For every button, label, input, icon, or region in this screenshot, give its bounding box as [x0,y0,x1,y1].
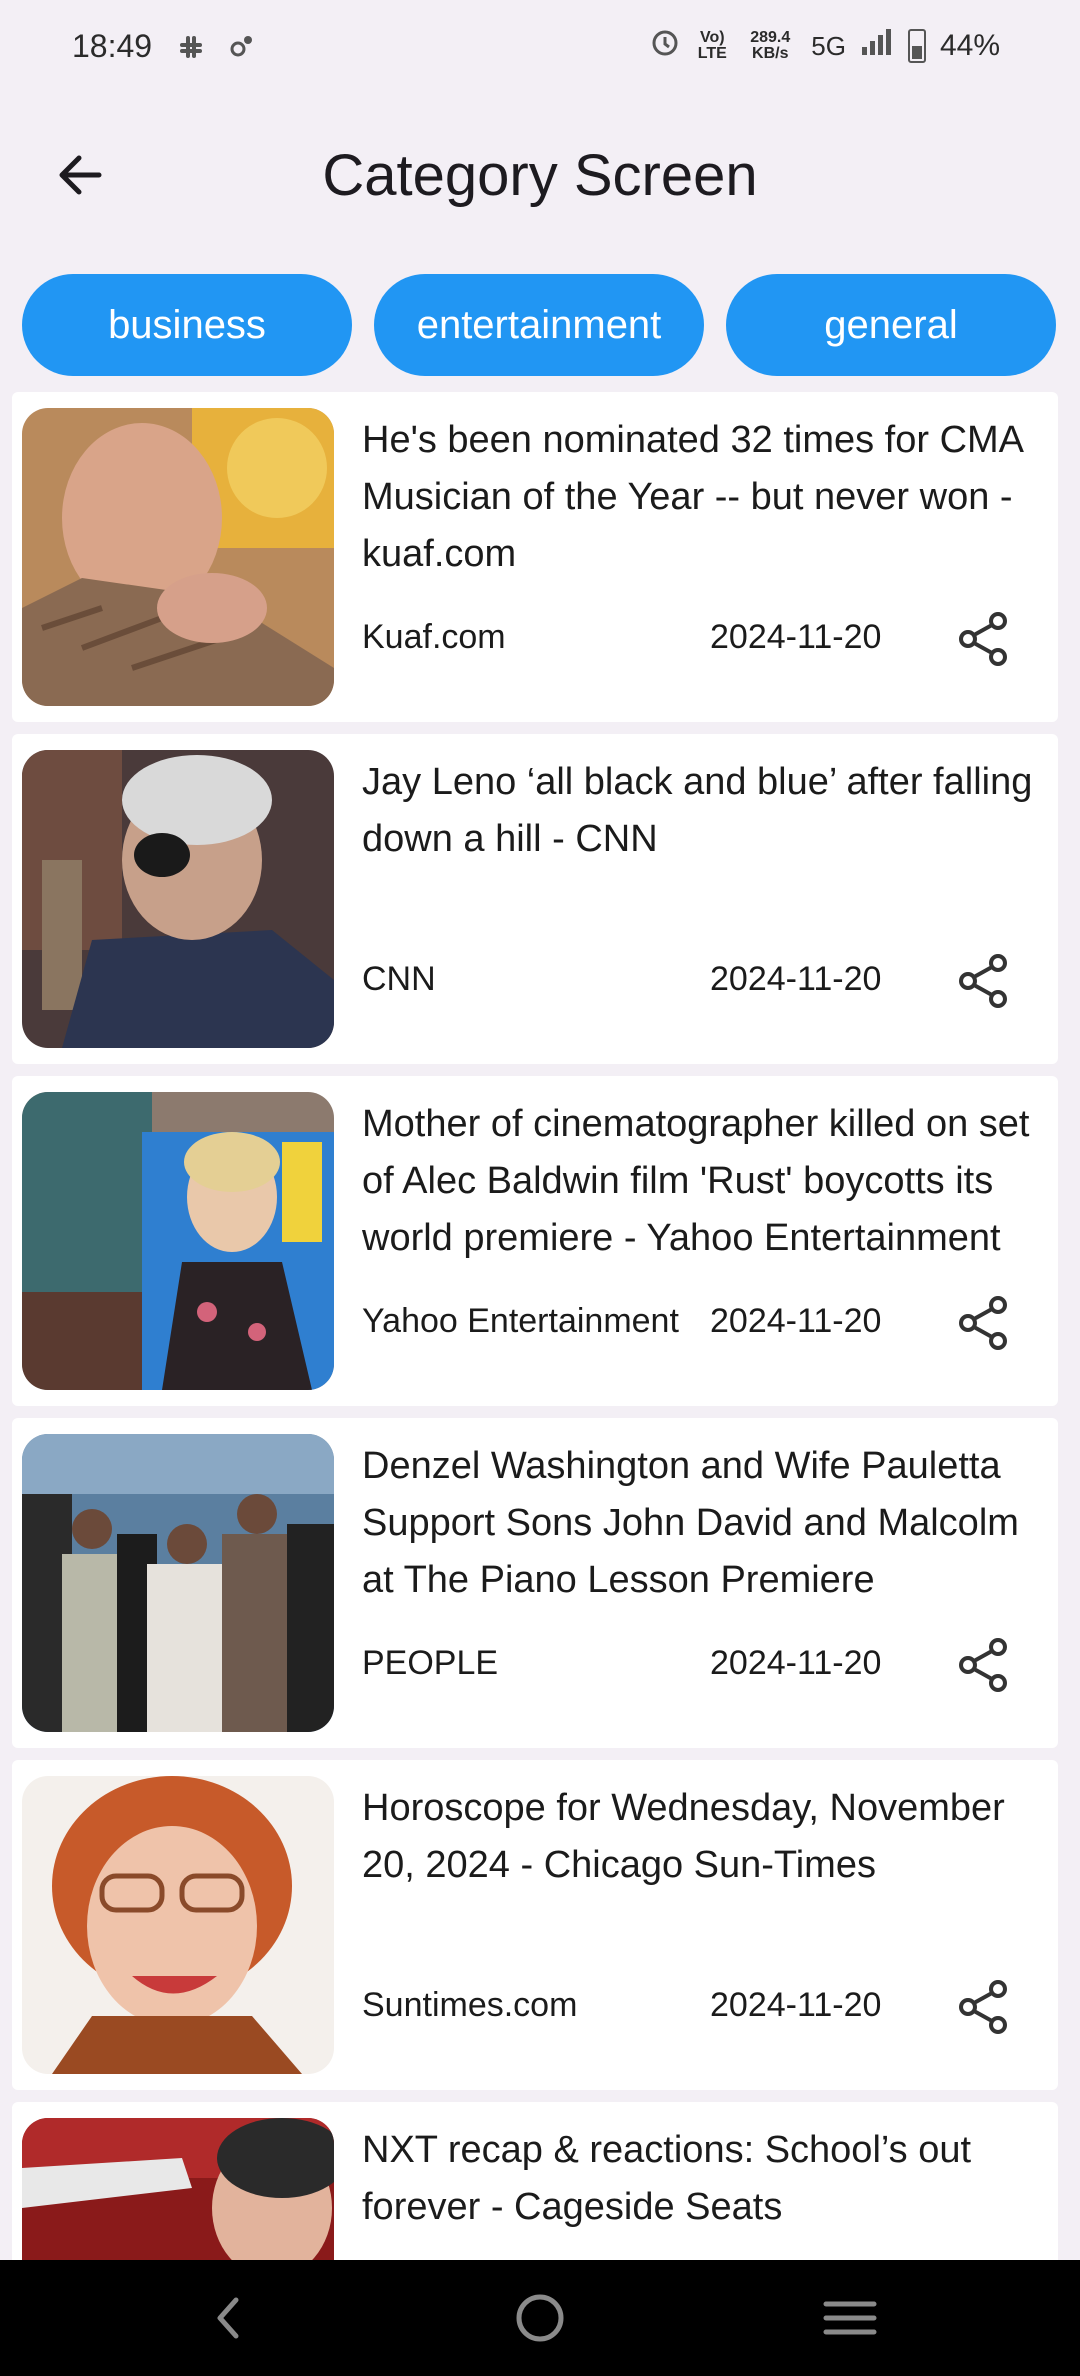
battery-icon [907,29,926,63]
volte-indicator: Vo) LTE [697,29,727,62]
article-thumbnail [22,1776,334,2074]
news-list[interactable]: He's been nominated 32 times for CMA Mus… [0,392,1080,2260]
share-button[interactable] [952,607,1016,671]
notification-icons [176,32,256,67]
share-icon [959,612,1007,666]
article-thumbnail [22,1092,334,1390]
nav-back-button[interactable] [188,2288,268,2348]
category-screen: 18:49 Vo) LTE 289.4 KB/s 5G 44% Category… [0,0,1080,2376]
category-chip-entertainment[interactable]: entertainment [374,274,704,376]
nav-home-button[interactable] [500,2288,580,2348]
article-headline: He's been nominated 32 times for CMA Mus… [362,419,1022,575]
category-chip-general[interactable]: general [726,274,1056,376]
network-type: 5G [811,30,846,61]
article-source: Suntimes.com [362,1986,578,2024]
article-source: CNN [362,960,436,998]
network-speed: 289.4 KB/s [750,29,791,62]
news-card[interactable]: Jay Leno ‘all black and blue’ after fall… [12,734,1058,1064]
article-date: 2024-11-20 [710,1643,882,1682]
share-button[interactable] [952,949,1016,1013]
news-card[interactable]: Mother of cinematographer killed on set … [12,1076,1058,1406]
page-title: Category Screen [322,143,758,208]
news-card[interactable]: Horoscope for Wednesday, November 20, 20… [12,1760,1058,2090]
share-icon [959,954,1007,1008]
article-headline: Denzel Washington and Wife Pauletta Supp… [362,1445,1019,1601]
article-headline: Jay Leno ‘all black and blue’ after fall… [362,761,1033,860]
category-chip-business[interactable]: business [22,274,352,376]
article-source: PEOPLE [362,1644,499,1682]
chevron-left-icon [217,2297,239,2339]
news-card[interactable]: Denzel Washington and Wife Pauletta Supp… [12,1418,1058,1748]
share-button[interactable] [952,1633,1016,1697]
article-headline: NXT recap & reactions: School’s out fore… [362,2129,972,2228]
slack-icon [176,32,206,67]
article-date: 2024-11-20 [710,1985,882,2024]
system-navigation-bar [0,2260,1080,2376]
share-button[interactable] [952,1975,1016,2039]
share-icon [959,1638,1007,1692]
app-bar: Category Screen [0,100,1080,250]
status-time: 18:49 [72,28,153,64]
article-thumbnail [22,408,334,706]
article-date: 2024-11-20 [710,1301,882,1340]
share-icon [959,1980,1007,2034]
share-icon [959,1296,1007,1350]
news-card[interactable]: NXT recap & reactions: School’s out fore… [12,2102,1058,2260]
news-card[interactable]: He's been nominated 32 times for CMA Mus… [12,392,1058,722]
battery-level: 44% [939,29,1000,62]
article-headline: Horoscope for Wednesday, November 20, 20… [362,1787,1005,1886]
hamburger-menu-icon [823,2301,877,2335]
article-date: 2024-11-20 [710,959,882,998]
article-headline: Mother of cinematographer killed on set … [362,1103,1030,1259]
article-thumbnail [22,1434,334,1732]
article-date: 2024-11-20 [710,617,882,656]
status-bar: 18:49 Vo) LTE 289.4 KB/s 5G 44% [0,0,1080,100]
settings-sync-icon [226,32,256,67]
system-indicators: Vo) LTE 289.4 KB/s 5G 44% [649,26,1000,66]
circle-home-icon [516,2294,564,2342]
signal-icon [860,27,894,65]
category-chips: business entertainment general [22,274,1056,376]
share-button[interactable] [952,1291,1016,1355]
article-source: Yahoo Entertainment [362,1302,679,1340]
article-thumbnail [22,750,334,1048]
article-source: Kuaf.com [362,618,506,656]
nav-menu-button[interactable] [810,2288,890,2348]
article-thumbnail [22,2118,334,2260]
alarm-icon [649,26,681,66]
